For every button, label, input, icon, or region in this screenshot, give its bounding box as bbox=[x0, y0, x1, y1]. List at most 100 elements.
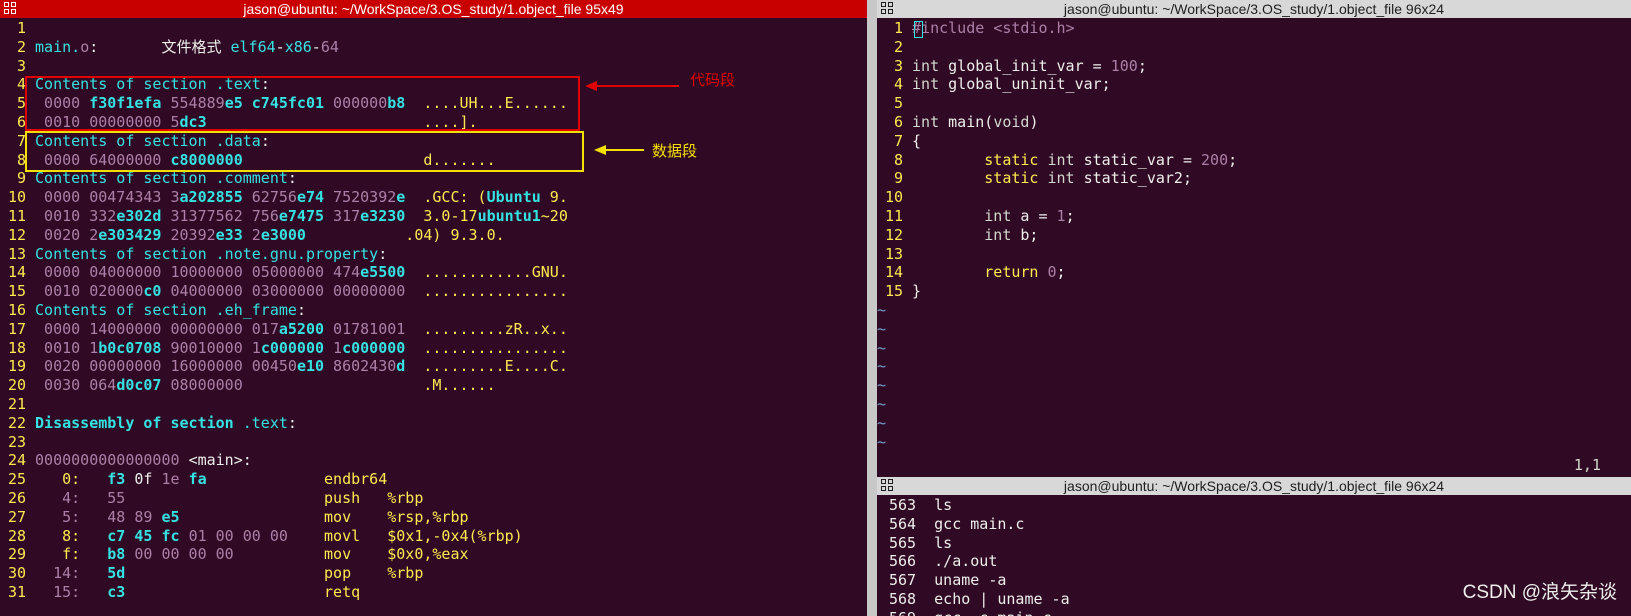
code-token: 0000000000000000 bbox=[35, 451, 189, 470]
split-terminal-icon[interactable] bbox=[881, 479, 894, 492]
code-token: .eh_frame bbox=[215, 301, 297, 319]
code-token: 0020 00000000 16000000 00450 bbox=[35, 357, 297, 376]
code-token: e303429 bbox=[98, 225, 162, 244]
code-token: c000000 bbox=[342, 338, 406, 357]
code-token: Contents of section bbox=[35, 301, 216, 319]
code-token: <main>: bbox=[188, 451, 252, 470]
code-token: 15: bbox=[35, 583, 108, 601]
vim-editor[interactable]: 1 #include <stdio.h> 2 3 int global_init_… bbox=[877, 19, 1631, 477]
code-token: b0c0708 bbox=[98, 338, 162, 357]
code-line: 24 0000000000000000 <main>: bbox=[0, 451, 252, 470]
line-number: 11 bbox=[884, 207, 903, 225]
line-number: 23 bbox=[7, 432, 26, 451]
code-line: 6 int main(void) bbox=[877, 113, 1039, 132]
history-number: 567 bbox=[889, 571, 917, 590]
code-token: 0030 064 bbox=[35, 376, 117, 395]
code-token: ................ bbox=[423, 282, 568, 301]
code-token: int bbox=[1047, 150, 1075, 169]
line-number: 10 bbox=[7, 188, 26, 207]
line-number: 28 bbox=[7, 526, 26, 545]
code-token: fa bbox=[188, 470, 207, 489]
code-token: 8602430 bbox=[324, 357, 397, 376]
history-entry: 567 uname -a bbox=[889, 571, 1006, 590]
data-segment-arrow-icon bbox=[594, 145, 644, 155]
code-token: x86 bbox=[284, 37, 312, 56]
code-token: 62756 bbox=[242, 188, 297, 207]
history-entry: 569 gcc -c main.c bbox=[889, 609, 1052, 616]
code-token: 0010 1 bbox=[35, 338, 99, 357]
code-token: { bbox=[912, 131, 922, 150]
code-token: 31377562 756 bbox=[161, 207, 279, 225]
history-command: ls bbox=[934, 533, 953, 552]
code-token: ; bbox=[1065, 207, 1075, 225]
history-number: 564 bbox=[889, 514, 917, 533]
line-number: 15 bbox=[7, 282, 26, 301]
code-token: static_var2; bbox=[1074, 169, 1192, 188]
code-token: 100 bbox=[1110, 56, 1138, 75]
code-line: 20 0030 064d0c07 08000000 .M...... bbox=[0, 376, 496, 395]
code-token: : 文件格式 bbox=[89, 37, 231, 56]
left-terminal-titlebar[interactable]: jason@ubuntu: ~/WorkSpace/3.OS_study/1.o… bbox=[0, 0, 867, 18]
code-token: a202855 bbox=[179, 188, 243, 207]
code-token: Disassembly of section bbox=[35, 413, 243, 432]
code-token: 64 bbox=[320, 37, 339, 56]
line-number: 12 bbox=[7, 225, 26, 244]
code-token: c0 bbox=[143, 282, 162, 301]
code-token: e3000 bbox=[260, 225, 306, 244]
code-token: f: bbox=[35, 545, 108, 564]
code-token: mov bbox=[324, 507, 352, 526]
code-token: e74 bbox=[296, 188, 325, 207]
code-line: 12 0020 2e303429 20392e33 2e3000 .04) 9.… bbox=[0, 226, 505, 245]
line-number: 17 bbox=[7, 319, 26, 338]
code-token: global_init_var = bbox=[939, 56, 1111, 75]
code-line: 1 bbox=[0, 19, 35, 38]
code-token: 5: bbox=[35, 507, 108, 526]
code-line: 14 0000 04000000 10000000 05000000 474e5… bbox=[0, 263, 568, 282]
code-line: 11 0010 332e302d 31377562 756e7475 317e3… bbox=[0, 207, 568, 226]
line-number: 2 bbox=[16, 37, 26, 56]
line-number: 13 bbox=[7, 244, 26, 263]
history-entry: 564 gcc main.c bbox=[889, 515, 1024, 534]
split-terminal-icon[interactable] bbox=[4, 2, 17, 15]
split-terminal-icon[interactable] bbox=[881, 2, 894, 15]
history-command: uname -a bbox=[934, 571, 1007, 590]
code-token: pop bbox=[324, 564, 352, 583]
code-token: 1 bbox=[324, 338, 343, 357]
code-line: 9 static int static_var2; bbox=[877, 169, 1192, 188]
right-top-terminal-pane[interactable]: jason@ubuntu: ~/WorkSpace/3.OS_study/1.o… bbox=[877, 0, 1631, 477]
code-token: 0010 020000 bbox=[35, 282, 144, 301]
code-line: 21 bbox=[0, 395, 35, 414]
code-token: mov bbox=[324, 545, 352, 564]
code-token: 08000000 bbox=[161, 376, 424, 395]
line-number: 16 bbox=[7, 301, 26, 319]
right-bottom-terminal-titlebar[interactable]: jason@ubuntu: ~/WorkSpace/3.OS_study/1.o… bbox=[877, 477, 1631, 495]
right-top-terminal-title: jason@ubuntu: ~/WorkSpace/3.OS_study/1.o… bbox=[1063, 1, 1445, 17]
code-line: 4 int global_uninit_var; bbox=[877, 75, 1111, 94]
code-token: 1 bbox=[1056, 207, 1066, 225]
history-number: 569 bbox=[889, 609, 916, 616]
line-number: 2 bbox=[893, 37, 903, 56]
empty-buffer-line: ~ bbox=[877, 357, 887, 376]
line-number: 26 bbox=[7, 489, 26, 507]
history-entry: 565 ls bbox=[889, 534, 952, 553]
history-number: 568 bbox=[889, 590, 917, 608]
line-number: 21 bbox=[7, 395, 26, 413]
code-token: e3230 bbox=[360, 207, 406, 225]
line-number: 10 bbox=[884, 188, 903, 207]
left-terminal-pane[interactable]: jason@ubuntu: ~/WorkSpace/3.OS_study/1.o… bbox=[0, 0, 867, 616]
pane-divider[interactable] bbox=[867, 0, 877, 616]
code-token: Ubuntu bbox=[486, 188, 541, 207]
code-token: 48 89 bbox=[107, 507, 162, 526]
code-token: 8: bbox=[35, 526, 108, 545]
right-top-terminal-titlebar[interactable]: jason@ubuntu: ~/WorkSpace/3.OS_study/1.o… bbox=[877, 0, 1631, 18]
line-number: 5 bbox=[16, 94, 26, 113]
code-token: push bbox=[324, 489, 361, 507]
code-token: elf64 bbox=[230, 37, 276, 56]
line-number: 27 bbox=[7, 507, 26, 526]
line-number: 3 bbox=[893, 56, 903, 75]
code-token: int bbox=[912, 56, 940, 75]
line-number: 9 bbox=[893, 169, 903, 188]
